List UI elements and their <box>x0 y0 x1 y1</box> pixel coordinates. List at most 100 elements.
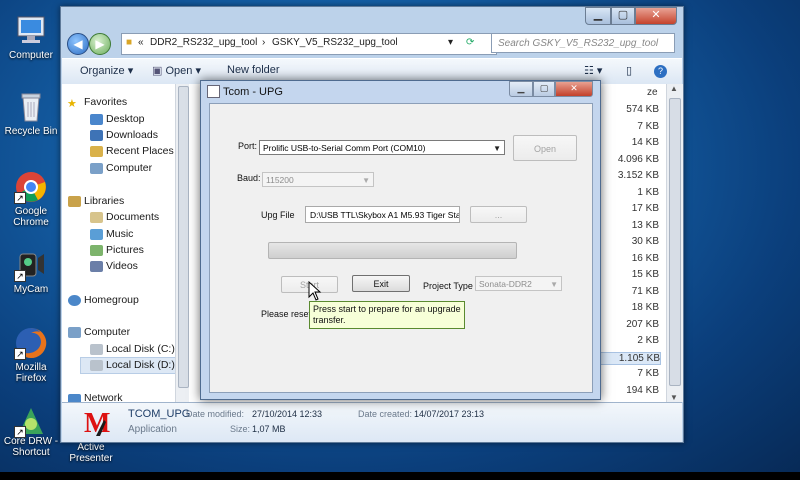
screen: Computer Recycle Bin ↗ Google Chrome ↗ M… <box>0 0 800 480</box>
back-arrow-icon[interactable]: ◀ <box>67 33 89 55</box>
open-button[interactable]: ▣ Open ▾ <box>152 64 201 77</box>
exit-button[interactable]: Exit <box>352 275 410 292</box>
port-select[interactable]: Prolific USB-to-Serial Comm Port (COM10)… <box>259 140 505 155</box>
computer-icon <box>14 14 48 48</box>
desktop-icon <box>90 114 103 125</box>
shortcut-arrow-icon: ↗ <box>14 192 26 204</box>
nav-item-music[interactable]: Music <box>106 228 133 240</box>
music-icon <box>90 229 103 240</box>
file-size-cell: 1 KB <box>637 186 659 198</box>
homegroup-icon <box>68 295 81 306</box>
organize-button[interactable]: Organize ▾ <box>80 64 133 77</box>
status-text: Please reset <box>261 309 312 319</box>
nav-item-computer[interactable]: Computer <box>106 162 152 174</box>
preview-pane-icon[interactable]: ▯ <box>626 64 632 77</box>
breadcrumb-item[interactable]: DDR2_RS232_upg_tool <box>150 37 257 48</box>
scroll-down-icon[interactable]: ▼ <box>670 393 678 402</box>
maximize-button[interactable]: ▢ <box>611 7 635 25</box>
scroll-up-icon[interactable]: ▲ <box>670 84 678 93</box>
folder-icon: ■ <box>126 37 133 48</box>
nav-item-recent-places[interactable]: Recent Places <box>106 145 174 157</box>
shortcut-arrow-icon: ↗ <box>14 426 26 438</box>
navigation-scrollbar[interactable] <box>175 84 190 402</box>
minimize-button[interactable]: ▁ <box>509 81 533 97</box>
star-icon: ★ <box>67 98 77 110</box>
dropdown-arrow-icon: ▼ <box>550 280 558 289</box>
nav-item-pictures[interactable]: Pictures <box>106 244 144 256</box>
videos-icon <box>90 261 103 272</box>
close-button[interactable]: ✕ <box>555 81 593 97</box>
nav-item-desktop[interactable]: Desktop <box>106 113 145 125</box>
coreldraw-icon: ↗ <box>14 404 48 438</box>
mycam-icon: ↗ <box>14 248 48 282</box>
maximize-button[interactable]: ▢ <box>533 81 555 97</box>
file-list-scrollbar[interactable]: ▲ ▼ <box>666 84 683 402</box>
desktop-icon-label: Google Chrome <box>13 206 49 228</box>
date-modified-value: 27/10/2014 12:33 <box>252 409 323 419</box>
file-size-cell: 194 KB <box>626 384 659 396</box>
file-size-cell: 15 KB <box>631 269 659 280</box>
breadcrumb-item[interactable]: GSKY_V5_RS232_upg_tool <box>272 37 398 48</box>
tcom-upg-dialog: Tcom - UPG ▁ ▢ ✕ <box>200 80 601 400</box>
screen-bottom-edge <box>0 472 800 480</box>
open-port-button[interactable]: Open <box>513 135 577 161</box>
size-column-header[interactable]: ze <box>647 87 667 98</box>
details-pane: M TCOM_UPG Application Date modified: 27… <box>62 402 682 442</box>
desktop-icon-coreldraw[interactable]: ↗ Core DRW - Shortcut <box>0 404 62 458</box>
browse-button[interactable]: ... <box>470 206 527 223</box>
recent-places-icon <box>90 146 103 157</box>
desktop-icon-firefox[interactable]: ↗ Mozilla Firefox <box>0 326 62 384</box>
project-type-select[interactable]: Sonata-DDR2 ▼ <box>475 276 562 291</box>
desktop-icon-computer[interactable]: Computer <box>0 14 62 61</box>
scroll-thumb[interactable] <box>669 98 681 386</box>
desktop-icon-active-presenter[interactable]: Active Presenter <box>60 442 122 464</box>
minimize-button[interactable]: ▁ <box>585 7 611 25</box>
documents-icon <box>90 212 103 223</box>
file-size-cell: 574 KB <box>626 104 659 115</box>
desktop-icon-recycle-bin[interactable]: Recycle Bin <box>0 90 62 137</box>
nav-computer[interactable]: Computer <box>84 326 130 338</box>
refresh-icon[interactable]: ⟳ <box>466 37 474 48</box>
file-size-cell: 14 KB <box>631 137 659 148</box>
address-bar[interactable]: ■ « DDR2_RS232_upg_tool › GSKY_V5_RS232_… <box>121 33 497 55</box>
nav-item-documents[interactable]: Documents <box>106 211 159 223</box>
chrome-icon: ↗ <box>14 170 48 204</box>
nav-favorites[interactable]: Favorites <box>84 96 127 108</box>
file-size-cell: 71 KB <box>631 285 659 297</box>
firefox-icon: ↗ <box>14 326 48 360</box>
baud-select[interactable]: 115200 ▼ <box>262 172 374 187</box>
scroll-thumb[interactable] <box>178 86 189 388</box>
nav-libraries[interactable]: Libraries <box>84 195 124 207</box>
view-options-icon[interactable]: ☷ ▾ <box>584 64 602 77</box>
app-window-icon <box>207 85 220 98</box>
forward-arrow-icon[interactable]: ▶ <box>89 33 111 55</box>
file-name: TCOM_UPG <box>128 408 191 420</box>
nav-item-local-disk-d[interactable]: Local Disk (D:) <box>106 359 175 371</box>
desktop-icon-label: Recycle Bin <box>4 126 58 137</box>
nav-item-local-disk-c[interactable]: Local Disk (C:) <box>106 343 175 355</box>
desktop-icon-mycam[interactable]: ↗ MyCam <box>0 248 62 295</box>
nav-item-downloads[interactable]: Downloads <box>106 129 158 141</box>
close-button[interactable]: ✕ <box>635 7 677 25</box>
file-size-cell: 7 KB <box>637 368 659 379</box>
file-size-cell: 4.096 KB <box>617 153 659 165</box>
drive-icon <box>90 344 103 355</box>
search-input[interactable]: Search GSKY_V5_RS232_upg_tool <box>491 33 675 53</box>
file-size-cell: 3.152 KB <box>617 170 659 181</box>
upg-file-path-input[interactable]: D:\USB TTL\Skybox A1 M5.93 Tiger Sta <box>305 206 460 223</box>
help-icon[interactable]: ? <box>654 65 667 78</box>
new-folder-button[interactable]: New folder <box>227 64 280 76</box>
nav-item-videos[interactable]: Videos <box>106 260 138 272</box>
desktop-icon-chrome[interactable]: ↗ Google Chrome <box>0 170 62 228</box>
file-size-cell: 207 KB <box>626 318 659 330</box>
size-value: 1,07 MB <box>252 424 286 434</box>
desktop-icon-label: Mozilla Firefox <box>15 362 47 384</box>
recycle-bin-icon <box>14 90 48 124</box>
window-controls: ▁ ▢ ✕ <box>585 7 677 25</box>
address-dropdown-icon[interactable]: ▾ <box>448 37 453 48</box>
nav-homegroup[interactable]: Homegroup <box>84 294 139 306</box>
mouse-cursor-icon <box>308 280 322 301</box>
file-size-cell: 30 KB <box>631 236 659 247</box>
desktop-icon-label: Computer <box>9 50 53 61</box>
file-size-cell: 17 KB <box>631 203 659 214</box>
